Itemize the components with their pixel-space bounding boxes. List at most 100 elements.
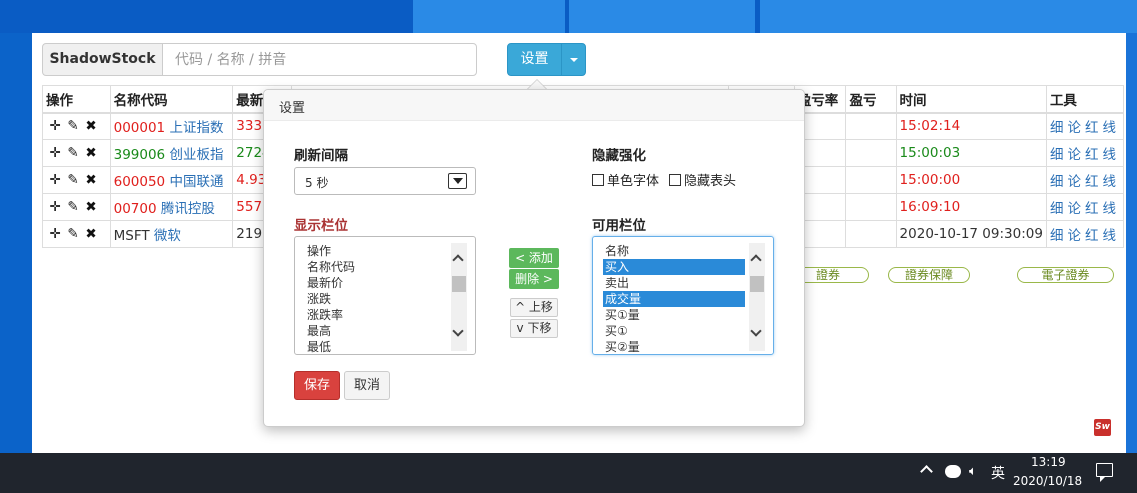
list-item[interactable]: 卖出 <box>603 275 745 291</box>
desktop-window-tile <box>413 0 565 33</box>
cancel-button[interactable]: 取消 <box>344 371 390 400</box>
shown-columns-label: 显示栏位 <box>294 218 348 234</box>
taskbar: 🔈︎ 英 13:19 2020/10/18 <box>0 453 1137 493</box>
search-input[interactable] <box>162 43 477 76</box>
add-column-button[interactable]: < 添加 <box>509 248 559 268</box>
tray-expand-icon[interactable] <box>920 465 933 478</box>
list-item[interactable]: 成交量 <box>603 291 745 307</box>
tool-link[interactable]: 线 <box>1102 228 1116 244</box>
list-item[interactable]: 名称 <box>603 243 745 259</box>
volume-icon[interactable]: 🔈︎ <box>969 464 977 479</box>
tool-link[interactable]: 细 <box>1050 120 1064 136</box>
wechat-icon[interactable] <box>945 465 961 478</box>
stock-code: 399006 <box>113 147 166 163</box>
row-tools: 细论红线 <box>1045 193 1125 221</box>
mono-font-checkbox[interactable]: 单色字体 <box>592 170 659 189</box>
stock-name-cell[interactable]: 000001 上证指数 <box>109 112 234 140</box>
list-item[interactable]: 名称代码 <box>305 259 447 275</box>
mono-font-label: 单色字体 <box>607 174 660 189</box>
brand-button[interactable]: ShadowStock <box>42 43 163 76</box>
tool-link[interactable]: 线 <box>1102 120 1116 136</box>
move-down-button[interactable]: v 下移 <box>510 319 558 338</box>
tool-link[interactable]: 论 <box>1067 174 1081 190</box>
link-securities-protection[interactable]: 證券保障 <box>888 267 970 283</box>
list-item[interactable]: 涨跌 <box>305 291 447 307</box>
move-icon[interactable]: ✛ <box>46 199 64 215</box>
clock-date[interactable]: 2020/10/18 <box>1013 474 1082 488</box>
edit-icon[interactable]: ✎ <box>64 226 82 242</box>
scrollbar-thumb[interactable] <box>452 276 466 292</box>
notification-icon[interactable] <box>1096 463 1113 482</box>
edit-icon[interactable]: ✎ <box>64 199 82 215</box>
tool-link[interactable]: 论 <box>1067 201 1081 217</box>
remove-column-button[interactable]: 删除 > <box>509 269 559 289</box>
col-header-time[interactable]: 时间 <box>895 85 1047 114</box>
settings-button[interactable]: 设置 <box>507 43 562 76</box>
close-icon[interactable]: ✖ <box>82 145 100 161</box>
tool-link[interactable]: 论 <box>1067 147 1081 163</box>
tool-link[interactable]: 红 <box>1085 174 1099 190</box>
save-button[interactable]: 保存 <box>294 371 340 400</box>
col-header-op[interactable]: 操作 <box>42 85 111 114</box>
list-item[interactable]: 操作 <box>305 243 447 259</box>
stock-name: 创业板指 <box>169 147 224 163</box>
list-item[interactable]: 买②量 <box>603 339 745 354</box>
tool-link[interactable]: 细 <box>1050 228 1064 244</box>
edit-icon[interactable]: ✎ <box>64 118 82 134</box>
stock-name-cell[interactable]: 00700 腾讯控股 <box>109 193 234 221</box>
move-icon[interactable]: ✛ <box>46 172 64 188</box>
edit-icon[interactable]: ✎ <box>64 172 82 188</box>
scroll-up-icon[interactable] <box>452 254 464 266</box>
list-item[interactable]: 最低 <box>305 339 447 354</box>
clock-time[interactable]: 13:19 <box>1031 455 1066 469</box>
move-icon[interactable]: ✛ <box>46 226 64 242</box>
stock-name-cell[interactable]: 600050 中国联通 <box>109 166 234 194</box>
settings-dropdown-toggle[interactable] <box>561 43 586 76</box>
tool-link[interactable]: 细 <box>1050 201 1064 217</box>
scroll-down-icon[interactable] <box>750 325 762 337</box>
stock-name-cell[interactable]: 399006 创业板指 <box>109 139 234 167</box>
tool-link[interactable]: 线 <box>1102 174 1116 190</box>
row-actions: ✛ ✎ ✖ <box>42 139 111 167</box>
list-item[interactable]: 最新价 <box>305 275 447 291</box>
list-item[interactable]: 买① <box>603 323 745 339</box>
tool-link[interactable]: 论 <box>1067 228 1081 244</box>
scroll-up-icon[interactable] <box>750 254 762 266</box>
move-icon[interactable]: ✛ <box>46 118 64 134</box>
col-header-name[interactable]: 名称代码 <box>109 85 234 114</box>
close-icon[interactable]: ✖ <box>82 199 100 215</box>
tool-link[interactable]: 细 <box>1050 174 1064 190</box>
move-icon[interactable]: ✛ <box>46 145 64 161</box>
link-electronic-securities[interactable]: 電子證券 <box>1017 267 1114 283</box>
hide-header-checkbox[interactable]: 隐藏表头 <box>669 170 736 189</box>
tool-link[interactable]: 红 <box>1085 120 1099 136</box>
tool-link[interactable]: 论 <box>1067 120 1081 136</box>
list-item[interactable]: 买①量 <box>603 307 745 323</box>
scroll-down-icon[interactable] <box>452 325 464 337</box>
tool-link[interactable]: 线 <box>1102 147 1116 163</box>
refresh-interval-select[interactable]: 5 秒 <box>294 167 476 195</box>
close-icon[interactable]: ✖ <box>82 118 100 134</box>
list-item[interactable]: 最高 <box>305 323 447 339</box>
stock-name-cell[interactable]: MSFT 微软 <box>109 220 234 248</box>
ime-indicator[interactable]: 英 <box>991 463 1005 483</box>
available-columns-list[interactable]: 名称 买入 卖出 成交量 买①量 买① 买②量 <box>592 236 774 355</box>
tool-link[interactable]: 细 <box>1050 147 1064 163</box>
close-icon[interactable]: ✖ <box>82 172 100 188</box>
shown-columns-list[interactable]: 操作 名称代码 最新价 涨跌 涨跌率 最高 最低 <box>294 236 476 355</box>
edit-icon[interactable]: ✎ <box>64 145 82 161</box>
scrollbar[interactable] <box>451 243 467 351</box>
col-header-pl[interactable]: 盈亏 <box>845 85 897 114</box>
move-up-button[interactable]: ^ 上移 <box>510 298 558 317</box>
list-item[interactable]: 买入 <box>603 259 745 275</box>
close-icon[interactable]: ✖ <box>82 226 100 242</box>
pl-cell <box>845 166 897 194</box>
tool-link[interactable]: 红 <box>1085 201 1099 217</box>
scrollbar[interactable] <box>749 243 765 351</box>
tool-link[interactable]: 红 <box>1085 228 1099 244</box>
col-header-tools[interactable]: 工具 <box>1045 85 1125 114</box>
tool-link[interactable]: 线 <box>1102 201 1116 217</box>
scrollbar-thumb[interactable] <box>750 276 764 292</box>
tool-link[interactable]: 红 <box>1085 147 1099 163</box>
list-item[interactable]: 涨跌率 <box>305 307 447 323</box>
